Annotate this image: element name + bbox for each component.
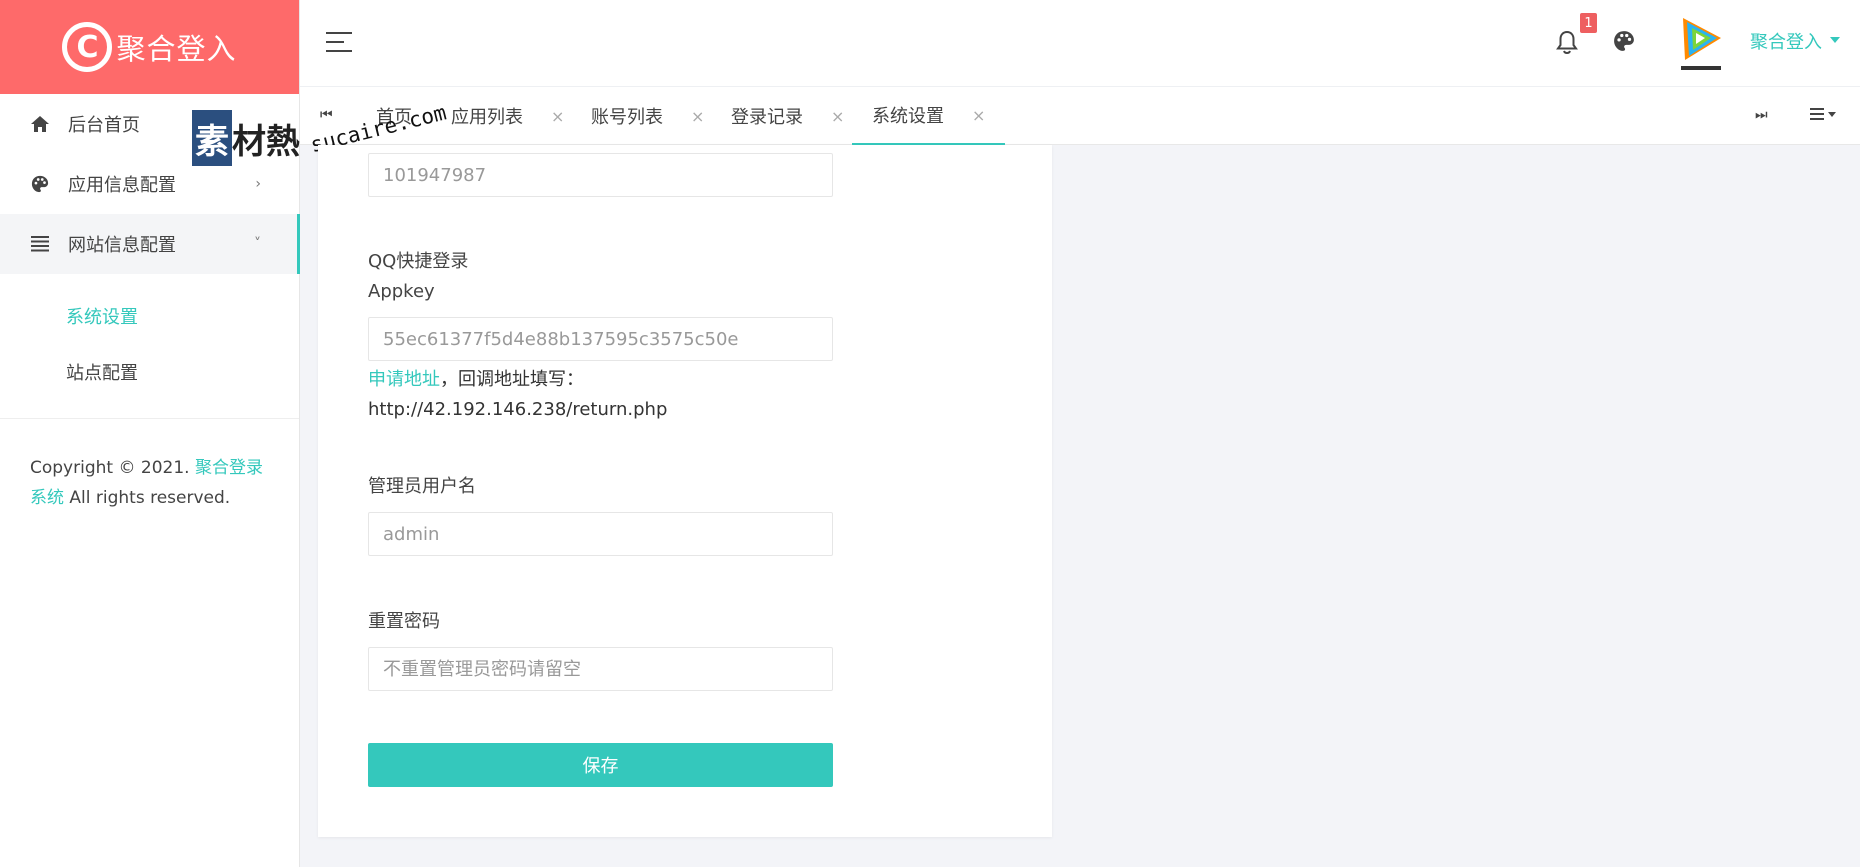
close-icon[interactable]: × [972, 106, 985, 125]
tab-label: 系统设置 [872, 106, 944, 127]
palette-icon [28, 175, 52, 193]
list-menu-icon [1810, 105, 1824, 123]
tab-system-settings[interactable]: 系统设置 × [852, 87, 1006, 145]
tab-label: 登录记录 [731, 107, 803, 128]
theme-palette-icon[interactable] [1613, 30, 1635, 56]
appkey-label: QQ快捷登录 Appkey [368, 247, 468, 307]
tab-options-menu[interactable] [1810, 105, 1836, 123]
sidebar-item-site-config[interactable]: 网站信息配置 ˅ [0, 214, 300, 274]
caret-down-icon[interactable] [1830, 37, 1840, 43]
settings-card: QQ快捷登录 Appkey 申请地址，回调地址填写： http://42.192… [318, 145, 1052, 837]
sidebar-item-dashboard[interactable]: 后台首页 [0, 94, 299, 154]
sidebar-subitem-system-settings[interactable]: 系统设置 [0, 288, 299, 344]
callback-text: ，回调地址填写： [440, 369, 584, 390]
sidebar-subitem-site-settings[interactable]: 站点配置 [0, 344, 299, 400]
notification-badge: 1 [1580, 13, 1597, 33]
tab-home[interactable]: 首页 [376, 87, 412, 145]
copyright-prefix: Copyright © 2021. [30, 458, 190, 478]
brand-header[interactable]: C 聚合登入 [0, 0, 299, 94]
avatar[interactable] [1675, 12, 1727, 74]
bell-icon[interactable] [1556, 30, 1578, 58]
reset-password-label: 重置密码 [368, 611, 440, 632]
save-button[interactable]: 保存 [368, 743, 833, 787]
apply-link[interactable]: 申请地址 [368, 369, 440, 390]
tab-scroll-left-icon[interactable]: ⏮ [320, 107, 333, 123]
tab-app-list[interactable]: 应用列表 × [451, 87, 564, 145]
user-menu-name[interactable]: 聚合登入 [1750, 28, 1822, 54]
close-icon[interactable]: × [831, 107, 844, 126]
appkey-input[interactable] [368, 317, 833, 361]
callback-help: 申请地址，回调地址填写： http://42.192.146.238/retur… [368, 365, 667, 425]
tab-label: 首页 [376, 107, 412, 128]
copyright-footer: Copyright © 2021. 聚合登录系统 All rights rese… [0, 419, 299, 513]
caret-down-icon [1828, 111, 1836, 117]
appkey-label-line1: QQ快捷登录 [368, 251, 469, 272]
chevron-right-icon: › [255, 176, 261, 192]
tab-label: 应用列表 [451, 107, 523, 128]
appkey-label-line2: Appkey [368, 281, 435, 302]
admin-username-label: 管理员用户名 [368, 476, 476, 497]
chevron-down-icon: ˅ [254, 236, 261, 252]
close-icon[interactable]: × [691, 107, 704, 126]
sidebar-item-label: 应用信息配置 [68, 175, 176, 196]
sidebar: C 聚合登入 后台首页 应用信息配置 › 网站信息配置 ˅ 系统设置 站点配置 [0, 0, 300, 867]
callback-url: http://42.192.146.238/return.php [368, 399, 668, 420]
copyright-suffix: All rights reserved. [69, 488, 231, 508]
home-icon [28, 116, 52, 132]
sidebar-item-label: 后台首页 [68, 115, 140, 136]
top-header: 1 聚合登入 [300, 0, 1860, 87]
tab-label: 账号列表 [591, 107, 663, 128]
tab-account-list[interactable]: 账号列表 × [591, 87, 704, 145]
sidebar-item-label: 网站信息配置 [68, 235, 176, 256]
brand-title: 聚合登入 [116, 32, 237, 66]
brand-logo-icon: C [62, 22, 113, 72]
tab-login-records[interactable]: 登录记录 × [731, 87, 844, 145]
sidebar-submenu: 系统设置 站点配置 [0, 274, 299, 419]
sidebar-item-app-config[interactable]: 应用信息配置 › [0, 154, 299, 214]
sidebar-menu: 后台首页 应用信息配置 › 网站信息配置 ˅ [0, 94, 300, 274]
tab-scroll-right-icon[interactable]: ⏭ [1755, 107, 1768, 123]
menu-toggle-icon[interactable] [326, 32, 352, 52]
close-icon[interactable]: × [551, 107, 564, 126]
list-icon [28, 236, 52, 252]
appid-input[interactable] [368, 153, 833, 197]
admin-username-input[interactable] [368, 512, 833, 556]
reset-password-input[interactable] [368, 647, 833, 691]
tab-bar: ⏮ 首页 应用列表 × 账号列表 × 登录记录 × 系统设置 × ⏭ [300, 87, 1860, 145]
